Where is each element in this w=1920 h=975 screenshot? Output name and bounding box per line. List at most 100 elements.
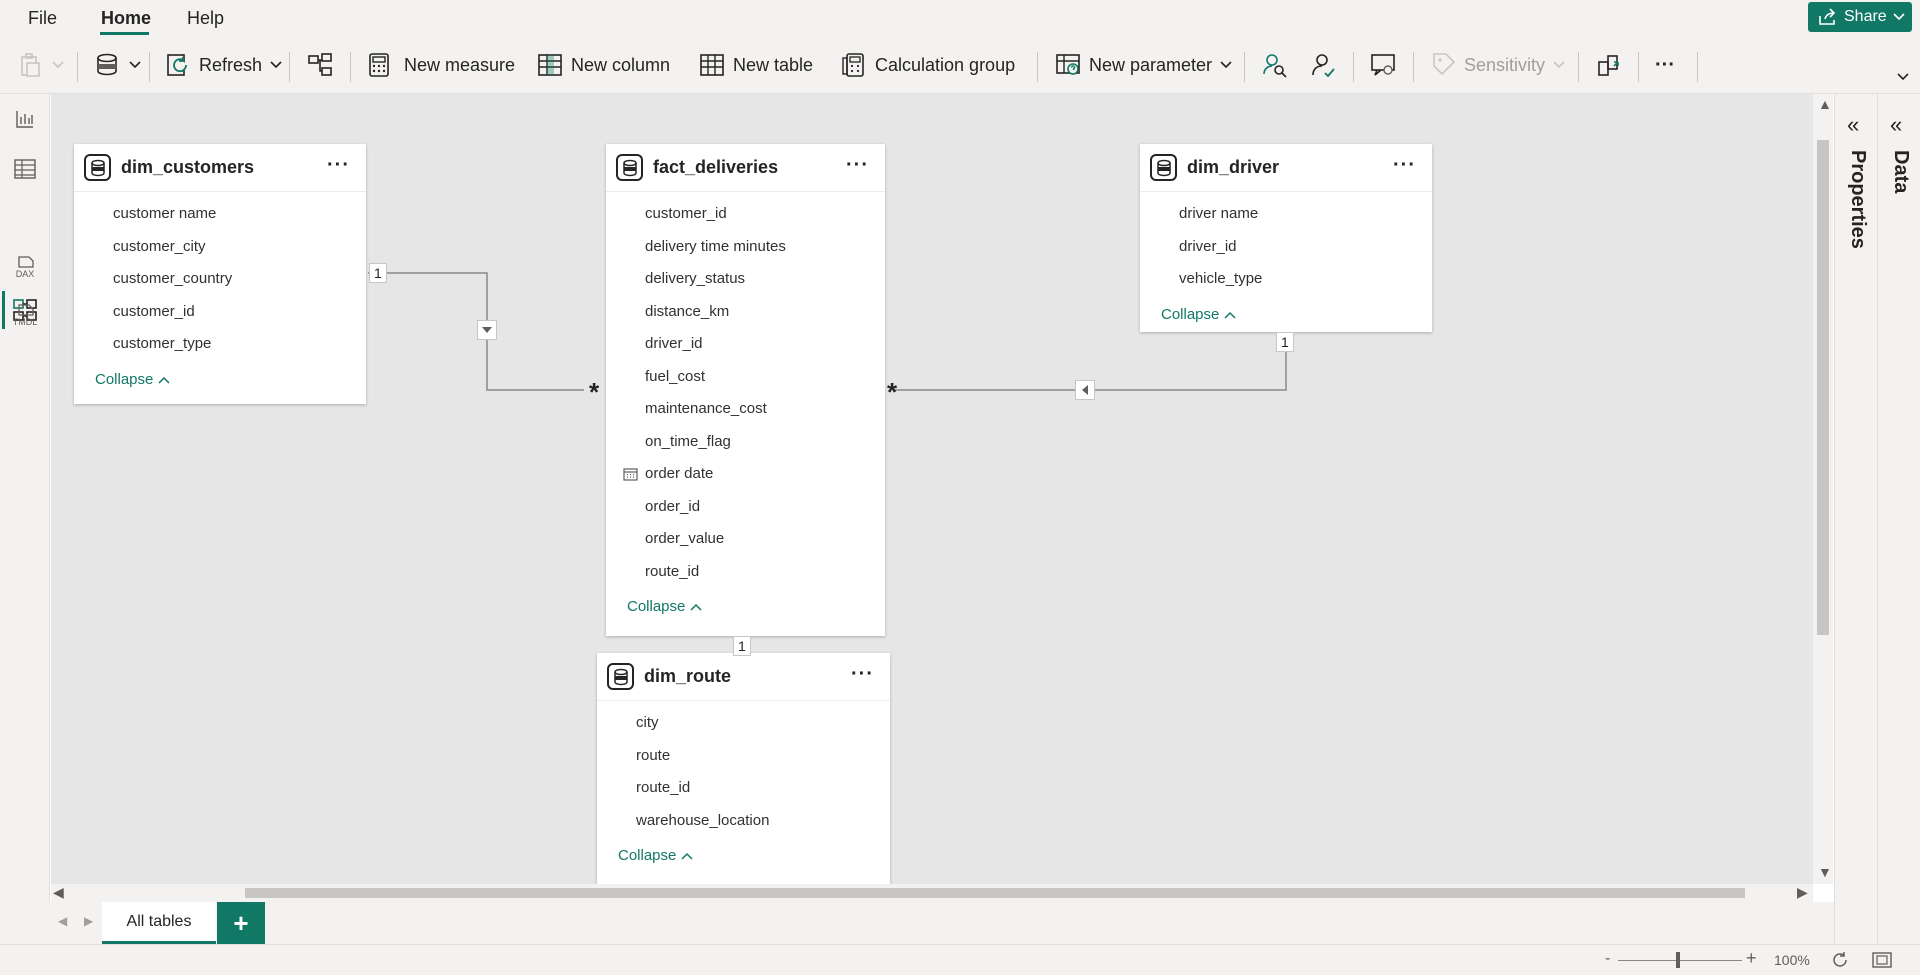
field-item[interactable]: customer_id [606,198,885,231]
field-item[interactable]: driver_id [606,328,885,361]
more-options-button[interactable]: ··· [1655,50,1675,80]
table-more-options[interactable]: ··· [851,663,874,686]
view-as-button[interactable] [1262,50,1288,80]
properties-pane-label: Properties [1847,150,1869,249]
manage-relationships-button[interactable] [307,50,333,80]
scroll-up-icon[interactable]: ▲ [1818,96,1832,112]
field-label: order date [645,465,714,482]
menu-help[interactable]: Help [187,8,224,29]
table-card-dim-driver[interactable]: dim_driver ··· driver name driver_id veh… [1140,144,1432,332]
share-button[interactable]: Share [1808,2,1912,32]
expand-data-icon[interactable]: « [1890,112,1902,138]
field-item[interactable]: route_id [606,556,885,589]
zoom-slider[interactable] [1618,960,1742,961]
collapse-link[interactable]: Collapse [74,371,366,388]
field-item[interactable]: delivery_status [606,263,885,296]
expand-properties-icon[interactable]: « [1847,112,1859,138]
field-item[interactable]: order_value [606,523,885,556]
model-canvas[interactable]: dim_customers ··· customer name customer… [51,94,1813,884]
new-measure-button[interactable]: New measure [368,50,515,80]
publish-button[interactable] [1596,50,1622,80]
qna-setup-button[interactable] [1370,50,1396,80]
field-item[interactable]: customer name [74,198,366,231]
field-item-date[interactable]: order date [606,458,885,491]
properties-pane[interactable]: « Properties [1834,94,1877,944]
vertical-scrollbar[interactable]: ▲ ▼ [1813,94,1833,884]
table-header[interactable]: dim_driver ··· [1140,144,1432,192]
tab-scroll-right-icon[interactable]: ▶ [84,914,93,928]
field-item[interactable]: maintenance_cost [606,393,885,426]
horizontal-scrollbar[interactable]: ◀ ▶ [51,884,1813,902]
new-column-button[interactable]: New column [537,50,670,80]
field-item[interactable]: driver_id [1140,231,1432,264]
field-item[interactable]: customer_type [74,328,366,361]
fit-to-page-icon[interactable] [1872,952,1892,968]
menu-home[interactable]: Home [101,8,151,29]
expand-ribbon-button[interactable] [1897,62,1909,92]
zoom-in-button[interactable]: + [1746,948,1757,969]
table-header[interactable]: dim_customers ··· [74,144,366,192]
table-card-dim-route[interactable]: dim_route ··· city route route_id wareho… [597,653,890,884]
collapse-link[interactable]: Collapse [1140,306,1432,323]
data-pane[interactable]: « Data [1877,94,1920,944]
field-item[interactable]: route_id [597,772,890,805]
zoom-slider-thumb[interactable] [1676,952,1680,968]
table-header[interactable]: fact_deliveries ··· [606,144,885,192]
reset-zoom-icon[interactable] [1830,950,1850,970]
zoom-out-button[interactable]: - [1605,950,1610,968]
field-item[interactable]: driver name [1140,198,1432,231]
tab-all-tables[interactable]: All tables [102,902,216,944]
tmdl-view-button[interactable]: TMDL [12,302,38,328]
chevron-down-icon [52,61,64,69]
table-header[interactable]: dim_route ··· [597,653,890,701]
field-item[interactable]: customer_country [74,263,366,296]
collapse-label: Collapse [1161,305,1220,323]
field-item[interactable]: on_time_flag [606,426,885,459]
active-view-indicator [2,291,5,329]
table-view-button[interactable] [12,156,38,182]
scroll-right-icon[interactable]: ▶ [1797,884,1808,901]
filter-direction-driver[interactable] [1075,380,1095,400]
paste-button[interactable] [18,50,64,80]
add-layout-button[interactable]: + [217,902,265,944]
tab-scroll-left-icon[interactable]: ◀ [58,914,67,928]
field-item[interactable]: order_id [606,491,885,524]
table-more-options[interactable]: ··· [327,154,350,177]
calculation-group-button[interactable]: Calculation group [841,50,1015,80]
manage-roles-button[interactable] [1310,50,1336,80]
dax-query-view-button[interactable]: DAX [12,254,38,280]
ribbon-separator [289,52,290,82]
vertical-scroll-thumb[interactable] [1817,140,1829,635]
refresh-button[interactable]: Refresh [165,50,282,80]
sensitivity-button[interactable]: Sensitivity [1432,50,1565,80]
horizontal-scroll-thumb[interactable] [245,888,1745,898]
filter-direction-customers[interactable] [477,320,497,340]
collapse-link[interactable]: Collapse [606,598,885,615]
field-item[interactable]: vehicle_type [1140,263,1432,296]
table-card-fact-deliveries[interactable]: fact_deliveries ··· customer_id delivery… [606,144,885,636]
table-more-options[interactable]: ··· [1393,154,1416,177]
scroll-down-icon[interactable]: ▼ [1818,864,1832,880]
field-item[interactable]: distance_km [606,296,885,329]
collapse-link[interactable]: Collapse [597,847,890,864]
new-parameter-label: New parameter [1089,54,1213,75]
table-card-dim-customers[interactable]: dim_customers ··· customer name customer… [74,144,366,404]
table-title: dim_route [644,666,732,686]
scroll-left-icon[interactable]: ◀ [53,884,64,901]
field-item[interactable]: fuel_cost [606,361,885,394]
new-table-button[interactable]: New table [699,50,813,80]
table-more-options[interactable]: ··· [846,154,869,177]
field-item[interactable]: city [597,707,890,740]
field-item[interactable]: delivery time minutes [606,231,885,264]
field-item[interactable]: route [597,740,890,773]
menu-bar: File Home Help Share [0,0,1920,36]
report-view-icon [16,111,33,128]
field-item[interactable]: customer_id [74,296,366,329]
new-parameter-button[interactable]: New parameter [1055,50,1232,80]
manage-relationships-icon [308,53,332,76]
report-view-button[interactable] [12,106,38,132]
get-data-button[interactable] [95,50,141,80]
field-item[interactable]: warehouse_location [597,805,890,838]
menu-file[interactable]: File [28,8,57,29]
field-item[interactable]: customer_city [74,231,366,264]
